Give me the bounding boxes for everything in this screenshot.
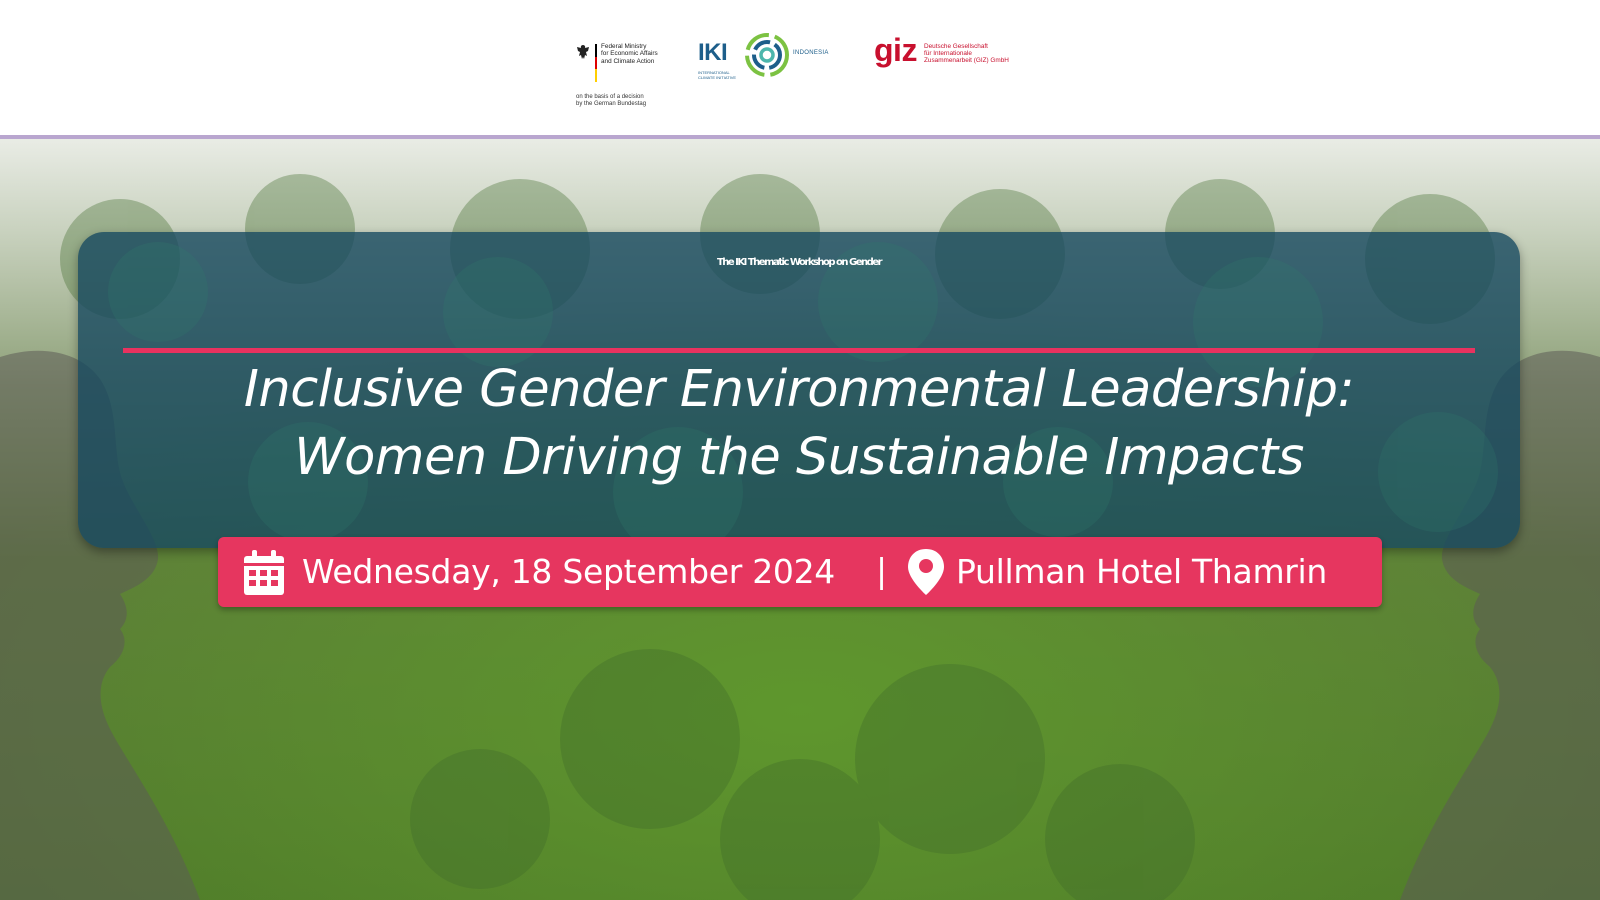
giz-line: für Internationale xyxy=(924,50,972,58)
giz-wordmark: giz xyxy=(874,32,917,68)
federal-eagle-icon xyxy=(577,45,589,59)
calendar-icon xyxy=(244,550,284,595)
event-info-bar: Wednesday, 18 September 2024 | Pullman H… xyxy=(218,537,1382,607)
iki-circle-logo-icon xyxy=(745,33,789,77)
info-separator: | xyxy=(876,551,888,590)
location-pin-icon xyxy=(908,549,944,595)
bmwk-line: Federal Ministry xyxy=(601,43,647,50)
bmwk-logo: Federal Ministry for Economic Affairs an… xyxy=(576,42,666,112)
logo-header: Federal Ministry for Economic Affairs an… xyxy=(0,0,1600,139)
bmwk-sub-line: by the German Bundestag xyxy=(576,101,647,107)
giz-line: Deutsche Gesellschaft xyxy=(924,43,988,50)
subtitle-line-1: Inclusive Gender Environmental Leadershi… xyxy=(243,360,1355,419)
giz-name: Deutsche Gesellschaft für Internationale… xyxy=(924,43,1009,65)
bmwk-sub-line: on the basis of a decision xyxy=(576,94,644,100)
event-title: The IKI Thematic Workshop on Gender xyxy=(716,257,883,268)
bmwk-name: Federal Ministry for Economic Affairs an… xyxy=(601,43,658,65)
subtitle-line-2: Women Driving the Sustainable Impacts xyxy=(294,428,1304,487)
iki-tagline: INTERNATIONAL CLIMATE INITIATIVE xyxy=(698,70,736,80)
event-subtitle: Inclusive Gender Environmental Leadershi… xyxy=(78,356,1520,492)
bmwk-subline: on the basis of a decision by the German… xyxy=(576,94,646,108)
iki-tagline-line: CLIMATE INITIATIVE xyxy=(698,75,737,80)
bmwk-line: for Economic Affairs xyxy=(601,50,658,58)
bmwk-line: and Climate Action xyxy=(601,57,655,65)
iki-country: INDONESIA xyxy=(793,50,829,56)
giz-line: Zusammenarbeit (GIZ) GmbH xyxy=(924,57,1009,65)
event-date: Wednesday, 18 September 2024 xyxy=(302,552,835,591)
iki-logo: IKI INTERNATIONAL CLIMATE INITIATIVE IND… xyxy=(698,32,838,82)
title-divider xyxy=(123,348,1475,353)
event-title-panel: The IKI Thematic Workshop on Gender Incl… xyxy=(78,232,1520,548)
german-flag-stripe xyxy=(595,44,597,82)
iki-wordmark: IKI xyxy=(698,39,728,66)
giz-logo: giz Deutsche Gesellschaft für Internatio… xyxy=(874,32,1034,78)
event-venue: Pullman Hotel Thamrin xyxy=(956,552,1328,591)
